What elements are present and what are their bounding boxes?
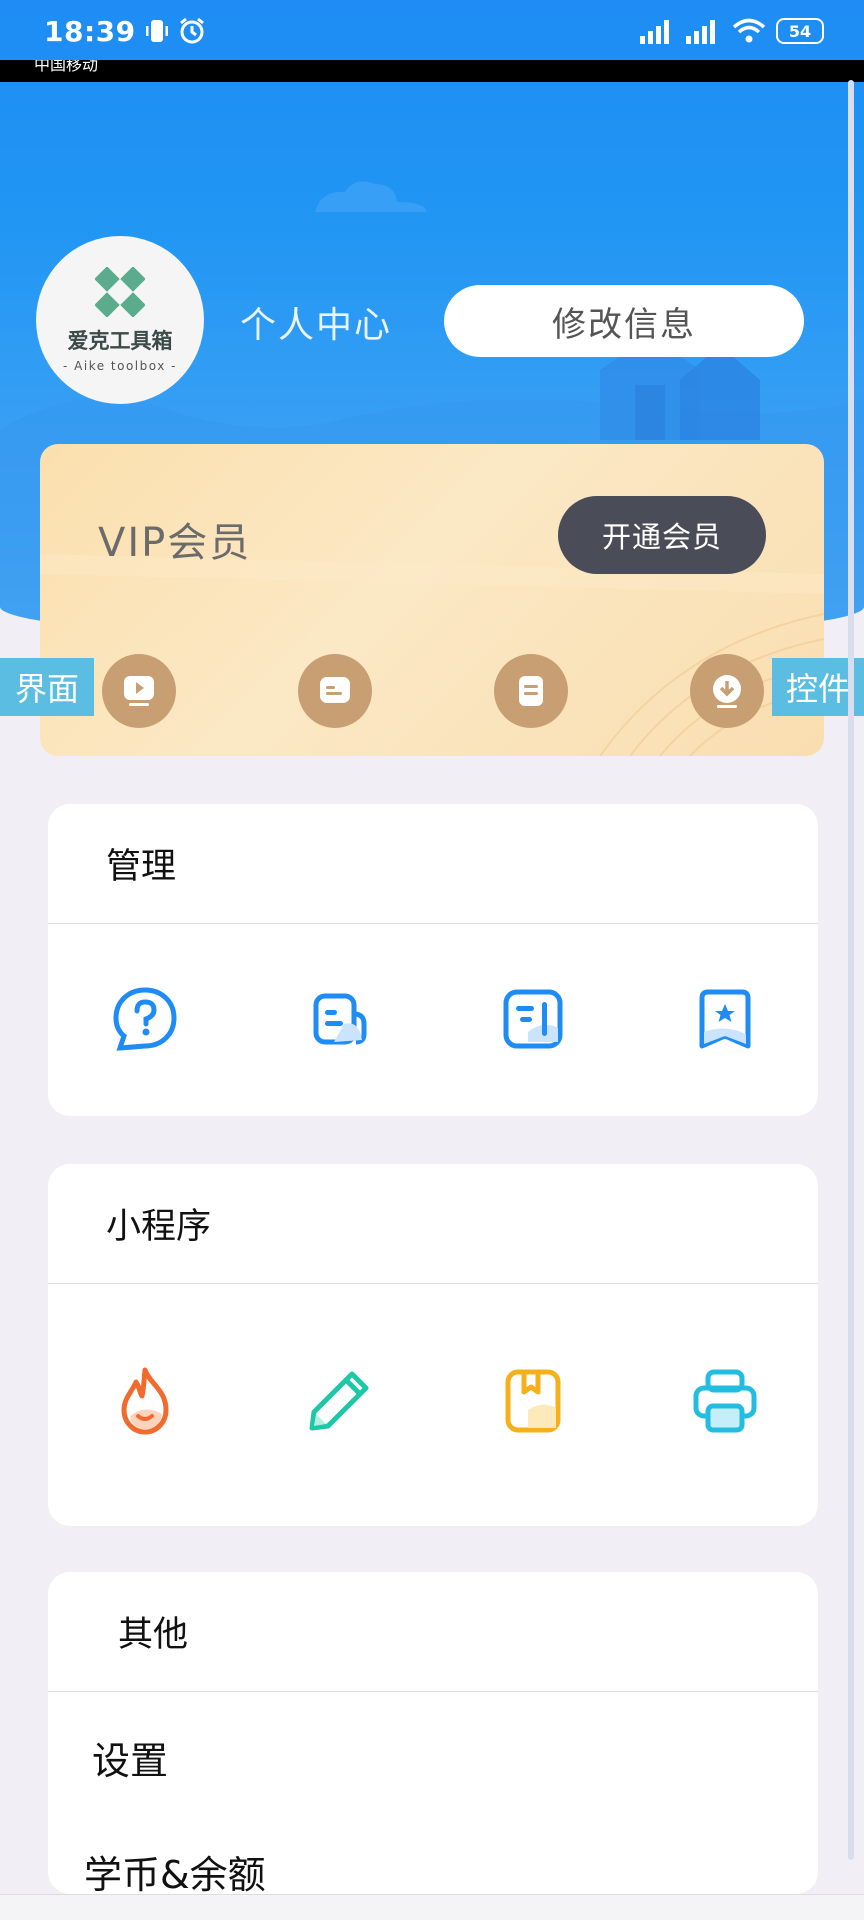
status-bar: 18:39 54 — [0, 0, 864, 62]
mini-program-icon-row — [48, 1284, 818, 1524]
bookmark-star-icon[interactable] — [690, 984, 760, 1054]
pencil-icon[interactable] — [304, 1366, 374, 1436]
signal-icon — [640, 20, 669, 44]
wifi-icon — [732, 18, 766, 43]
app-logo-avatar[interactable]: 爱克工具箱 - Aike toolbox - — [36, 236, 204, 404]
battery-indicator: 54 — [776, 18, 824, 44]
mini-program-card: 小程序 — [48, 1164, 818, 1526]
logo-subtitle: - Aike toolbox - — [63, 359, 177, 373]
printer-icon[interactable] — [690, 1366, 760, 1436]
scroll-edge — [848, 80, 854, 1860]
mini-program-title: 小程序 — [48, 1164, 818, 1284]
signal-icon-2 — [686, 20, 715, 44]
logo-diamond-icon — [95, 267, 145, 317]
help-bubble-icon[interactable] — [110, 984, 180, 1054]
edit-info-button[interactable]: 修改信息 — [444, 285, 804, 357]
manage-title: 管理 — [48, 804, 818, 924]
page-title: 个人中心 — [240, 305, 393, 346]
message-card-icon[interactable] — [298, 654, 372, 728]
carrier-strip: 中国移动 — [0, 60, 864, 82]
book-icon[interactable] — [498, 1366, 568, 1436]
play-screen-icon[interactable] — [102, 654, 176, 728]
side-tag-left[interactable]: 界面 — [0, 658, 94, 716]
status-time: 18:39 — [44, 14, 136, 48]
logo-title: 爱克工具箱 — [67, 329, 173, 353]
manage-card: 管理 — [48, 804, 818, 1116]
document-icon[interactable] — [494, 654, 568, 728]
notes-icon[interactable] — [304, 984, 374, 1054]
vip-card: VIP会员 开通会员 — [40, 444, 824, 756]
flame-icon[interactable] — [110, 1366, 180, 1436]
open-vip-button[interactable]: 开通会员 — [558, 496, 766, 574]
settings-item[interactable]: 设置 — [92, 1730, 168, 1785]
bottom-bar — [0, 1894, 864, 1920]
other-card: 其他 设置 学币&余额 — [48, 1572, 818, 1894]
screen: 18:39 54 中国移动 爱克工具箱 - Aike toolbox - 个人中… — [0, 0, 864, 1920]
alarm-icon — [179, 17, 204, 44]
status-right: 54 — [640, 18, 824, 44]
coins-balance-item[interactable]: 学币&余额 — [84, 1844, 266, 1894]
report-icon[interactable] — [498, 984, 568, 1054]
vip-title: VIP会员 — [98, 520, 252, 566]
other-title: 其他 — [48, 1572, 818, 1692]
manage-icon-row — [48, 924, 818, 1114]
status-left: 18:39 — [44, 15, 206, 48]
phone-vibrate-icon — [145, 20, 168, 42]
download-icon[interactable] — [690, 654, 764, 728]
